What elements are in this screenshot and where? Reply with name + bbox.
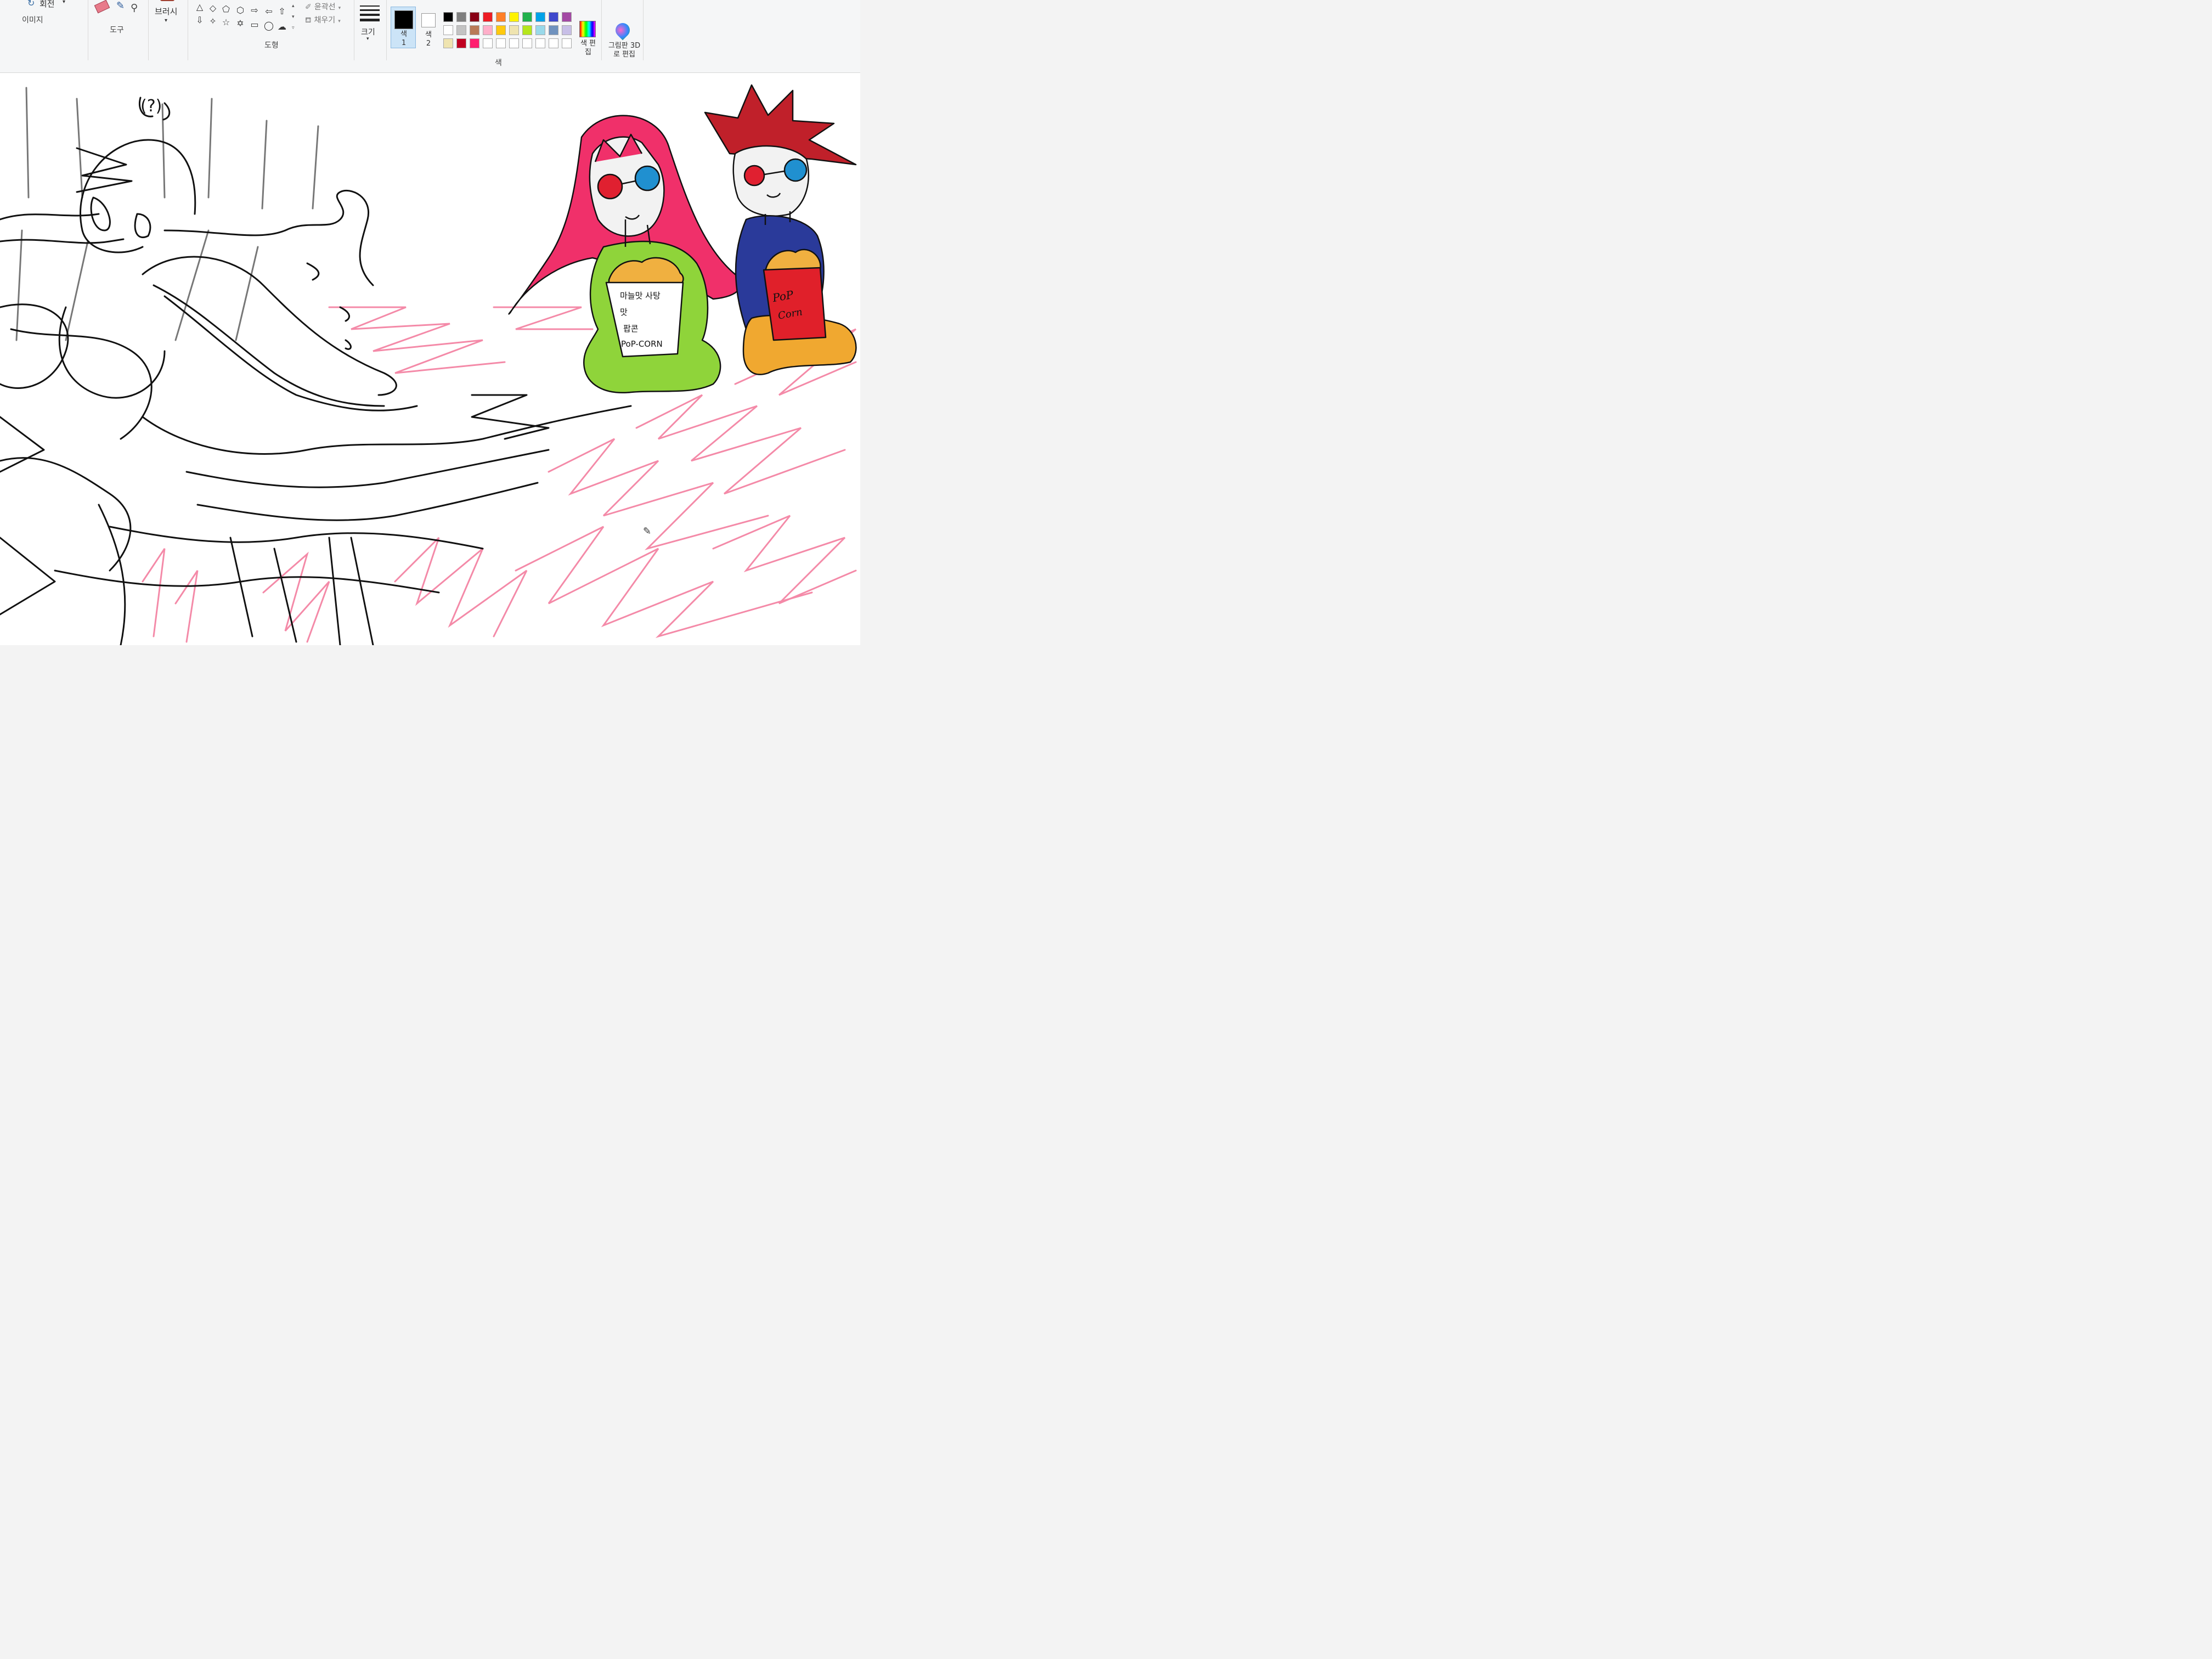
question-annotation: (?)	[140, 97, 162, 116]
black-scribble-character	[0, 97, 632, 645]
girl-lens-red	[597, 173, 623, 200]
boy-lens-red	[743, 165, 765, 187]
girl-bucket-line1: 마늘맛 사탕	[620, 291, 661, 301]
boy-character	[704, 84, 857, 375]
boy-popcorn-bucket	[763, 267, 827, 341]
canvas-drawing	[0, 84, 857, 645]
pencil-cursor-icon: ✎	[643, 526, 652, 537]
boy-lens-blue	[783, 158, 808, 182]
girl-bucket-line2: 맛	[620, 307, 628, 317]
girl-bucket-line4: PoP-CORN	[621, 339, 663, 349]
girl-bucket-line3: 팝콘	[623, 324, 639, 334]
girl-lens-blue	[634, 165, 661, 191]
gray-rain-strokes	[15, 87, 319, 341]
girl-character	[508, 115, 741, 394]
